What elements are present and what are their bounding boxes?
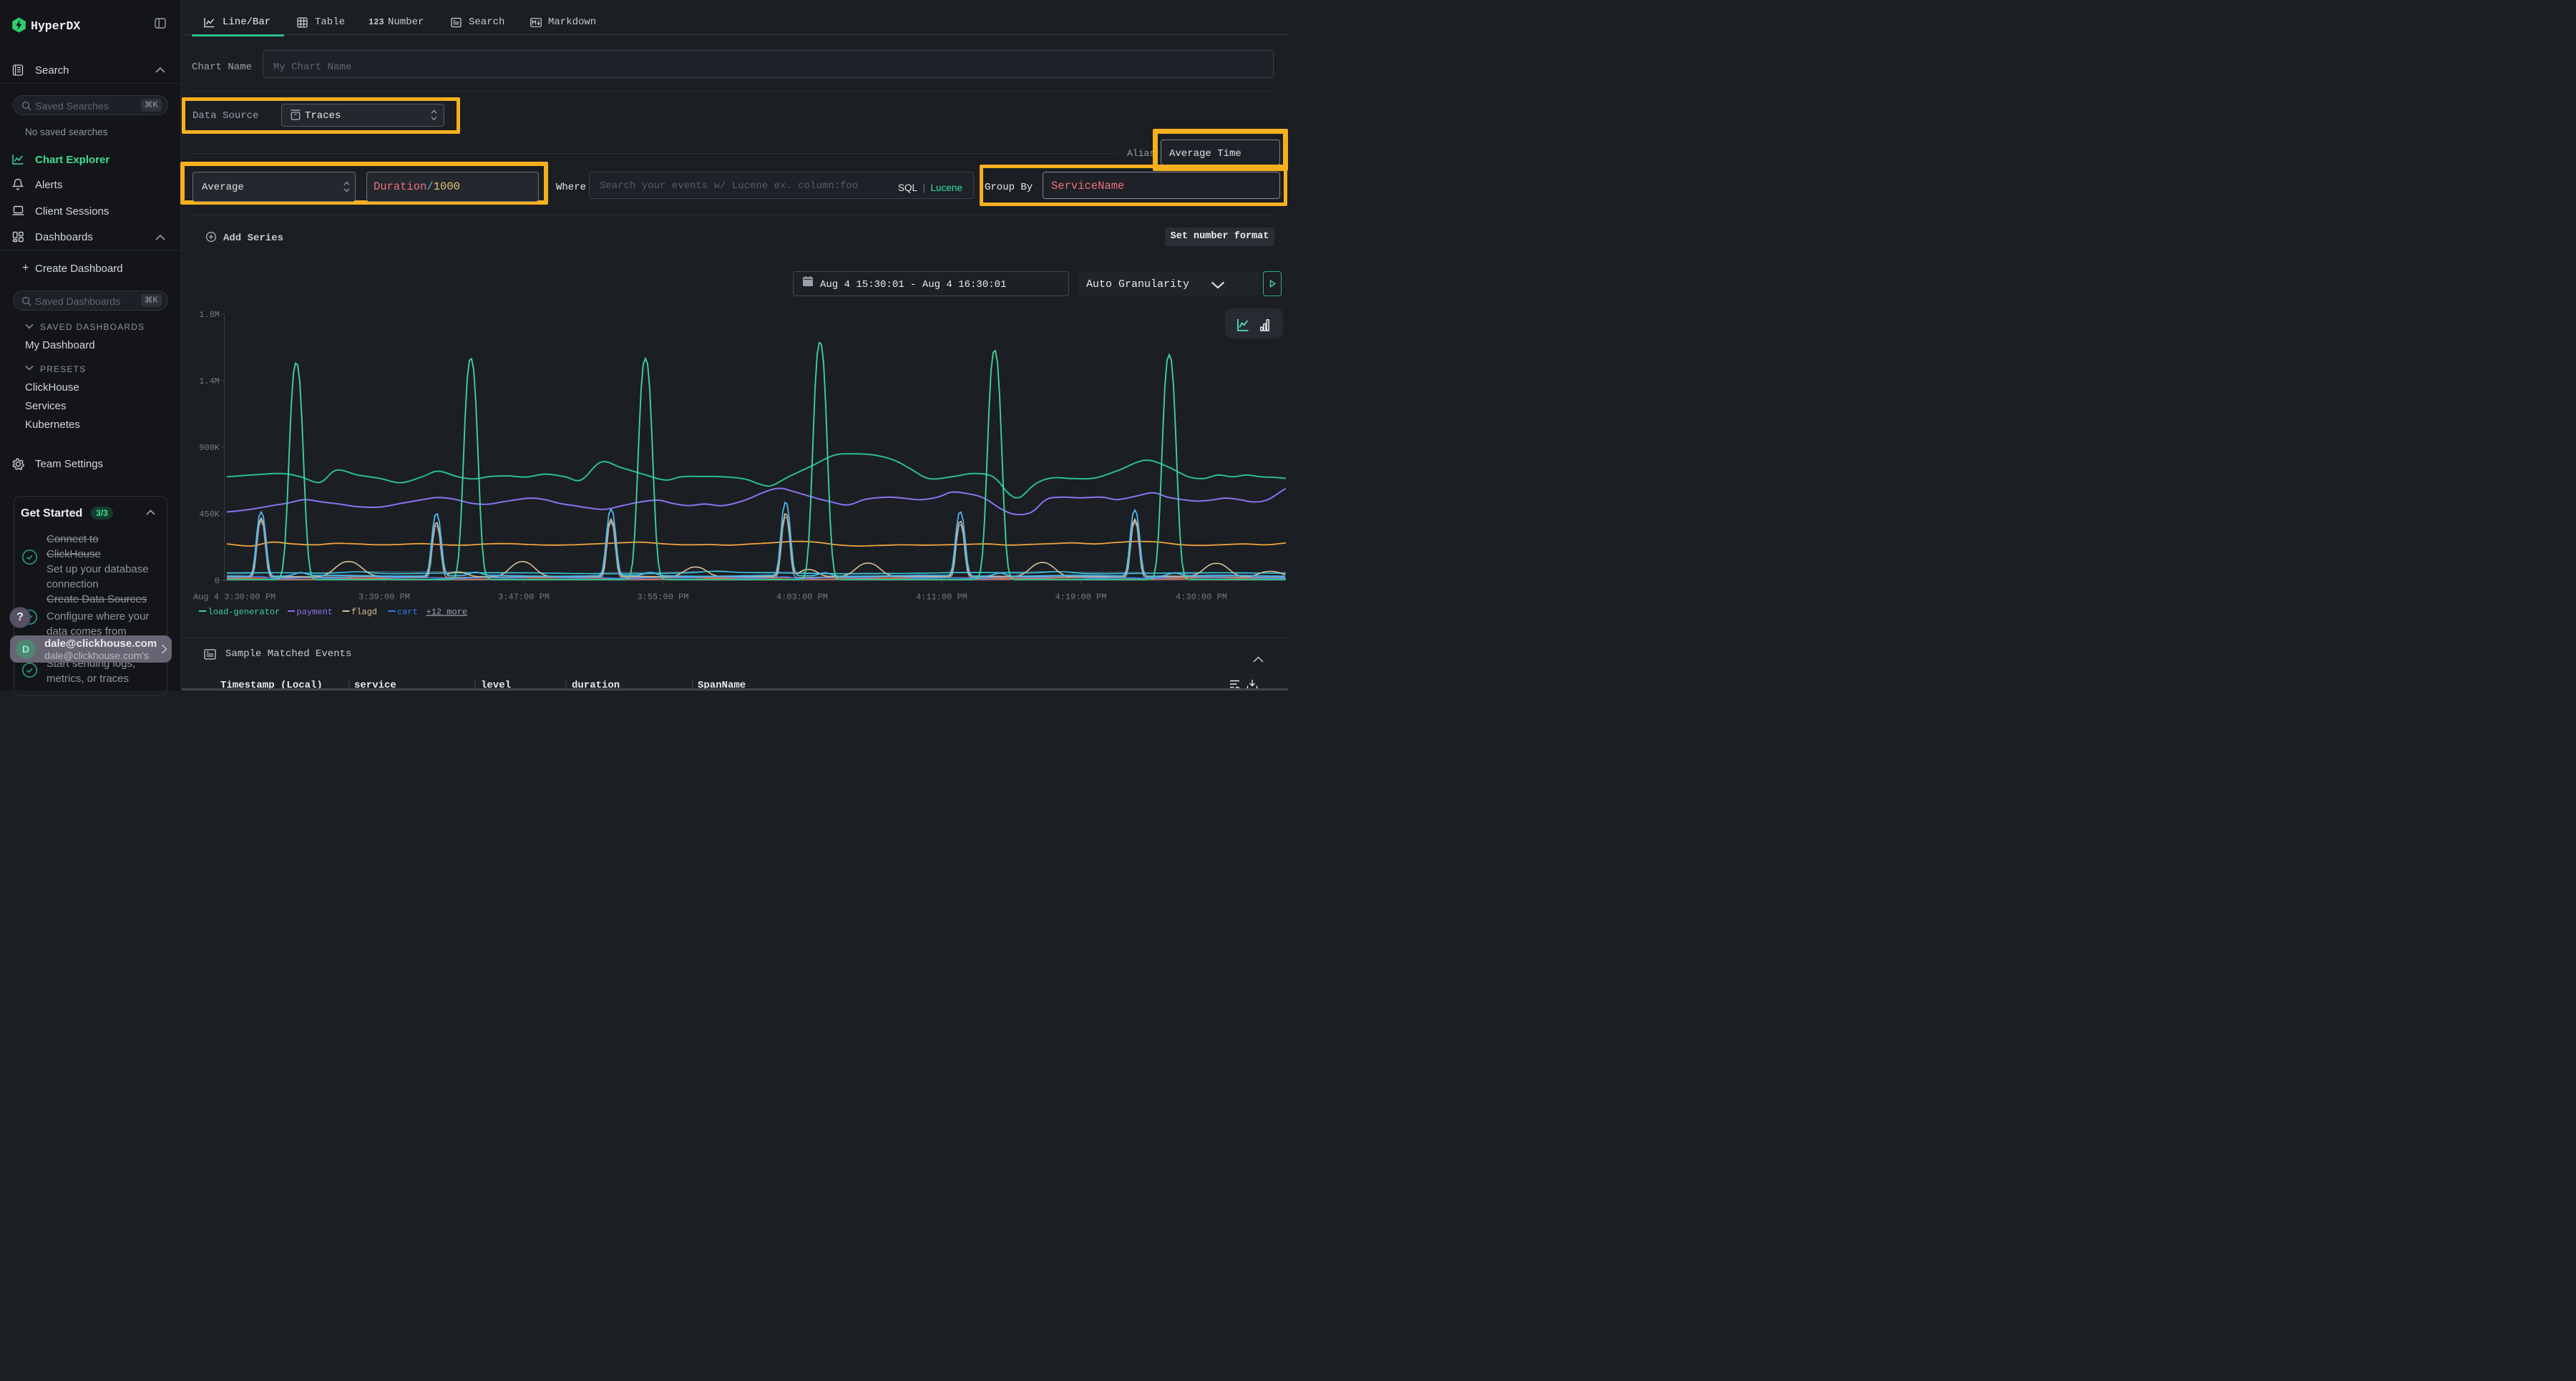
svg-text:4:19:00 PM: 4:19:00 PM xyxy=(1055,592,1106,602)
svg-text:450K: 450K xyxy=(199,509,220,519)
svg-text:4:11:00 PM: 4:11:00 PM xyxy=(916,592,967,602)
svg-text:3:47:00 PM: 3:47:00 PM xyxy=(498,592,550,602)
svg-text:4:03:00 PM: 4:03:00 PM xyxy=(776,592,828,602)
svg-text:900K: 900K xyxy=(199,443,220,453)
svg-text:cart: cart xyxy=(397,607,418,618)
svg-text:payment: payment xyxy=(297,607,333,618)
svg-text:load-generator: load-generator xyxy=(208,607,280,618)
svg-text:1.8M: 1.8M xyxy=(199,310,220,320)
svg-text:+12 more: +12 more xyxy=(426,607,468,618)
svg-text:1.4M: 1.4M xyxy=(199,376,220,386)
svg-text:3:55:00 PM: 3:55:00 PM xyxy=(637,592,688,602)
svg-text:Aug 4 3:30:00 PM: Aug 4 3:30:00 PM xyxy=(193,592,275,602)
svg-text:0: 0 xyxy=(215,576,220,586)
svg-text:4:30:00 PM: 4:30:00 PM xyxy=(1176,592,1227,602)
svg-text:flagd: flagd xyxy=(351,607,377,618)
svg-text:3:39:00 PM: 3:39:00 PM xyxy=(358,592,410,602)
